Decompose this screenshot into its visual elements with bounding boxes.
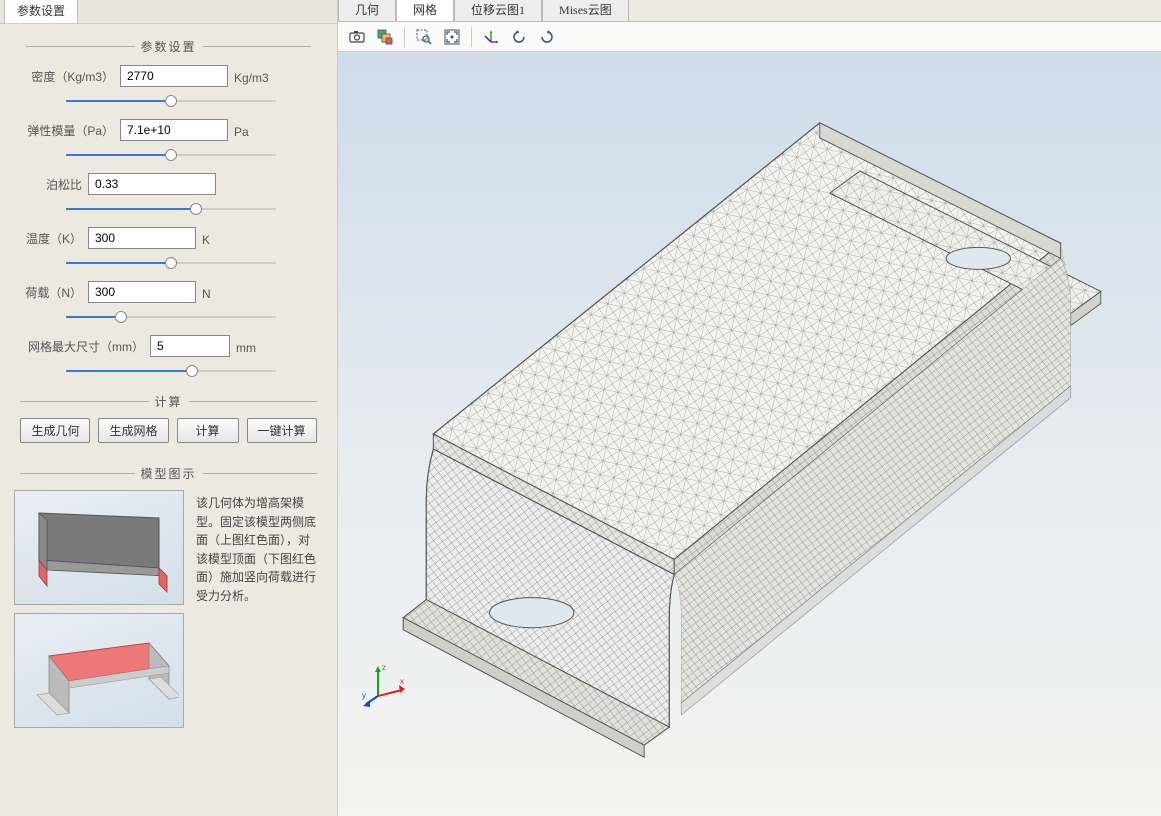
fit-icon[interactable] <box>439 24 465 50</box>
left-panel: 参数设置 参数设置 密度（Kg/m3） Kg/m3 弹性模量（Pa） Pa <box>0 0 338 816</box>
compute-button[interactable]: 计算 <box>177 418 239 443</box>
3d-viewport[interactable]: z x y <box>338 52 1161 816</box>
tab-mises[interactable]: Mises云图 <box>542 0 629 21</box>
temperature-slider[interactable] <box>66 255 276 271</box>
temperature-input[interactable] <box>88 227 196 249</box>
rotate-ccw-icon[interactable] <box>506 24 532 50</box>
params-section: 参数设置 密度（Kg/m3） Kg/m3 弹性模量（Pa） Pa <box>0 24 337 379</box>
viewport-toolbar <box>338 22 1161 52</box>
coordinate-axes-icon: z x y <box>360 660 408 708</box>
load-input[interactable] <box>88 281 196 303</box>
svg-text:y: y <box>362 691 366 700</box>
zoom-select-icon[interactable] <box>411 24 437 50</box>
mesh-model <box>338 52 1161 816</box>
load-slider[interactable] <box>66 309 276 325</box>
axes-icon[interactable] <box>478 24 504 50</box>
tab-geometry[interactable]: 几何 <box>338 0 396 21</box>
rotate-cw-icon[interactable] <box>534 24 560 50</box>
model-thumbnail-1 <box>14 490 184 605</box>
params-title: 参数设置 <box>141 38 197 55</box>
generate-geometry-button[interactable]: 生成几何 <box>20 418 90 443</box>
meshsize-unit: mm <box>236 341 256 357</box>
model-section: 模型图示 <box>0 451 337 728</box>
load-label: 荷载（N） <box>20 284 88 301</box>
meshsize-input[interactable] <box>150 335 230 357</box>
layers-icon[interactable] <box>372 24 398 50</box>
density-unit: Kg/m3 <box>234 71 269 87</box>
params-title-row: 参数设置 <box>20 38 317 55</box>
tab-displacement[interactable]: 位移云图1 <box>454 0 542 21</box>
poisson-slider[interactable] <box>66 201 276 217</box>
modulus-unit: Pa <box>234 125 249 141</box>
density-input[interactable] <box>120 65 228 87</box>
tab-param-settings[interactable]: 参数设置 <box>4 0 78 23</box>
model-thumbnail-2 <box>14 613 184 728</box>
meshsize-label: 网格最大尺寸（mm） <box>20 338 150 355</box>
poisson-label: 泊松比 <box>20 176 88 193</box>
poisson-input[interactable] <box>88 173 216 195</box>
temperature-unit: K <box>202 233 210 249</box>
modulus-label: 弹性模量（Pa） <box>20 122 120 139</box>
left-tab-bar: 参数设置 <box>0 0 337 24</box>
generate-mesh-button[interactable]: 生成网格 <box>98 418 168 443</box>
temperature-label: 温度（K） <box>20 230 88 247</box>
viewport-tabs: 几何 网格 位移云图1 Mises云图 <box>338 0 1161 22</box>
density-label: 密度（Kg/m3） <box>20 68 120 85</box>
model-title: 模型图示 <box>141 465 197 482</box>
compute-section: 计算 生成几何 生成网格 计算 一键计算 <box>0 379 337 451</box>
svg-text:z: z <box>382 663 386 672</box>
one-click-compute-button[interactable]: 一键计算 <box>247 418 317 443</box>
model-description: 该几何体为增高架模型。固定该模型两侧底面（上图红色面），对该模型顶面（下图红色面… <box>194 490 323 728</box>
density-slider[interactable] <box>66 93 276 109</box>
right-panel: 几何 网格 位移云图1 Mises云图 <box>338 0 1161 816</box>
modulus-input[interactable] <box>120 119 228 141</box>
camera-icon[interactable] <box>344 24 370 50</box>
modulus-slider[interactable] <box>66 147 276 163</box>
svg-text:x: x <box>400 677 404 686</box>
load-unit: N <box>202 287 211 303</box>
meshsize-slider[interactable] <box>66 363 276 379</box>
compute-title: 计算 <box>155 393 183 410</box>
tab-mesh[interactable]: 网格 <box>396 0 454 21</box>
